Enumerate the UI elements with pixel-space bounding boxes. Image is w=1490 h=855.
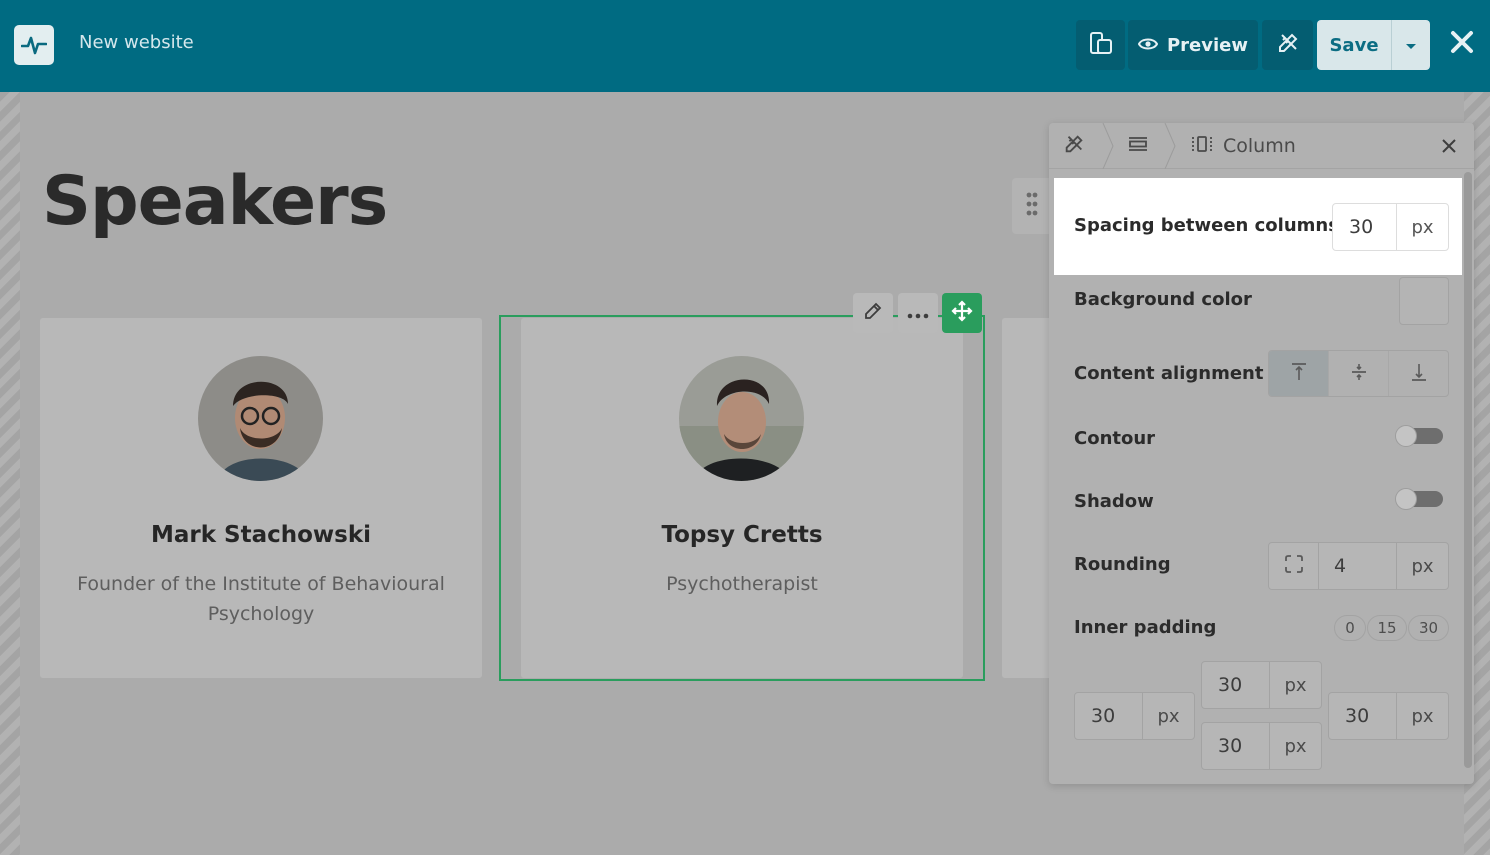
padding-top-value[interactable]: 30 <box>1202 662 1269 708</box>
padding-preset-30[interactable]: 30 <box>1408 615 1449 641</box>
close-icon <box>1439 139 1459 160</box>
padding-preset-0[interactable]: 0 <box>1334 615 1366 641</box>
panel-scrollbar[interactable] <box>1464 172 1472 768</box>
panel-breadcrumb: Column <box>1049 123 1474 169</box>
spacing-unit: px <box>1396 204 1448 250</box>
page-heading[interactable]: Speakers <box>42 162 388 241</box>
more-options-button[interactable] <box>898 293 938 333</box>
align-top-icon <box>1289 362 1309 386</box>
save-button[interactable]: Save <box>1317 20 1391 70</box>
save-options-button[interactable] <box>1391 20 1430 70</box>
column-icon <box>1191 133 1213 159</box>
padding-left-unit: px <box>1142 693 1194 739</box>
contour-toggle[interactable] <box>1395 425 1443 447</box>
align-center-button[interactable] <box>1329 351 1389 396</box>
padding-left-value[interactable]: 30 <box>1075 693 1142 739</box>
rounding-unit: px <box>1396 543 1448 589</box>
padding-top-unit: px <box>1269 662 1321 708</box>
corners-icon <box>1284 554 1304 578</box>
padding-bottom-unit: px <box>1269 723 1321 769</box>
spacing-value[interactable]: 30 <box>1333 204 1396 250</box>
padding-right-value[interactable]: 30 <box>1329 693 1396 739</box>
content-alignment-label: Content alignment <box>1074 363 1264 384</box>
corner-radius-toggle[interactable] <box>1269 543 1319 589</box>
move-arrows-icon <box>951 300 973 326</box>
shadow-toggle[interactable] <box>1395 488 1443 510</box>
column-selection-outline <box>499 315 985 681</box>
rounding-label: Rounding <box>1074 554 1171 575</box>
close-icon <box>1450 30 1474 58</box>
padding-bottom-value[interactable]: 30 <box>1202 723 1269 769</box>
breadcrumb-separator-icon <box>1102 123 1114 169</box>
rounding-value[interactable]: 4 <box>1319 543 1396 589</box>
design-tools-button[interactable] <box>1262 20 1313 70</box>
pencil-ruler-icon <box>1276 31 1300 59</box>
speaker-avatar <box>198 356 323 481</box>
alignment-group <box>1268 350 1449 397</box>
breadcrumb-column-label: Column <box>1223 135 1296 157</box>
shadow-label: Shadow <box>1074 491 1154 512</box>
top-bar: New website Preview Save <box>0 0 1490 92</box>
breadcrumb-section[interactable] <box>1127 123 1149 169</box>
breadcrumb-separator-icon <box>1164 123 1176 169</box>
contour-label: Contour <box>1074 428 1156 449</box>
site-title[interactable]: New website <box>79 32 194 53</box>
app-logo-icon[interactable] <box>14 25 54 65</box>
padding-preset-15[interactable]: 15 <box>1367 615 1407 641</box>
breadcrumb-column[interactable]: Column <box>1191 123 1296 169</box>
section-icon <box>1127 133 1149 159</box>
spacing-label: Spacing between columns <box>1074 215 1339 236</box>
spacing-row: Spacing between columns 30 px <box>1054 178 1462 275</box>
rounding-input[interactable]: 4 px <box>1268 542 1449 590</box>
align-bottom-icon <box>1409 362 1429 386</box>
align-bottom-button[interactable] <box>1389 351 1448 396</box>
speaker-role: Founder of the Institute of Behavioural … <box>77 573 445 625</box>
breadcrumb-design[interactable] <box>1063 123 1085 169</box>
devices-icon <box>1087 29 1115 61</box>
background-color-label: Background color <box>1074 289 1252 310</box>
pencil-icon <box>863 301 883 325</box>
speaker-card[interactable]: Mark Stachowski Founder of the Institute… <box>40 318 482 678</box>
spacing-input[interactable]: 30 px <box>1332 203 1449 251</box>
background-color-swatch[interactable] <box>1399 277 1449 325</box>
mobile-view-button[interactable] <box>1076 20 1125 70</box>
speaker-name: Mark Stachowski <box>150 522 372 548</box>
preview-label: Preview <box>1166 34 1249 56</box>
padding-left-input[interactable]: 30 px <box>1074 692 1195 740</box>
padding-bottom-input[interactable]: 30 px <box>1201 722 1322 770</box>
pencil-ruler-icon <box>1063 133 1085 159</box>
padding-right-unit: px <box>1396 693 1448 739</box>
inner-padding-label: Inner padding <box>1074 617 1217 638</box>
preview-button[interactable]: Preview <box>1128 20 1258 70</box>
padding-right-input[interactable]: 30 px <box>1328 692 1449 740</box>
more-dots-icon <box>907 304 929 323</box>
align-top-button[interactable] <box>1269 351 1329 396</box>
padding-top-input[interactable]: 30 px <box>1201 661 1322 709</box>
eye-icon <box>1137 35 1159 56</box>
chevron-down-icon <box>1405 36 1417 55</box>
canvas-left-margin <box>0 92 20 855</box>
close-editor-button[interactable] <box>1446 27 1478 61</box>
move-column-button[interactable] <box>942 293 982 333</box>
edit-column-button[interactable] <box>853 293 893 333</box>
close-panel-button[interactable] <box>1439 136 1459 156</box>
align-center-icon <box>1349 362 1369 386</box>
panel-drag-handle[interactable] <box>1012 178 1052 234</box>
drag-dots-icon <box>1026 192 1038 220</box>
